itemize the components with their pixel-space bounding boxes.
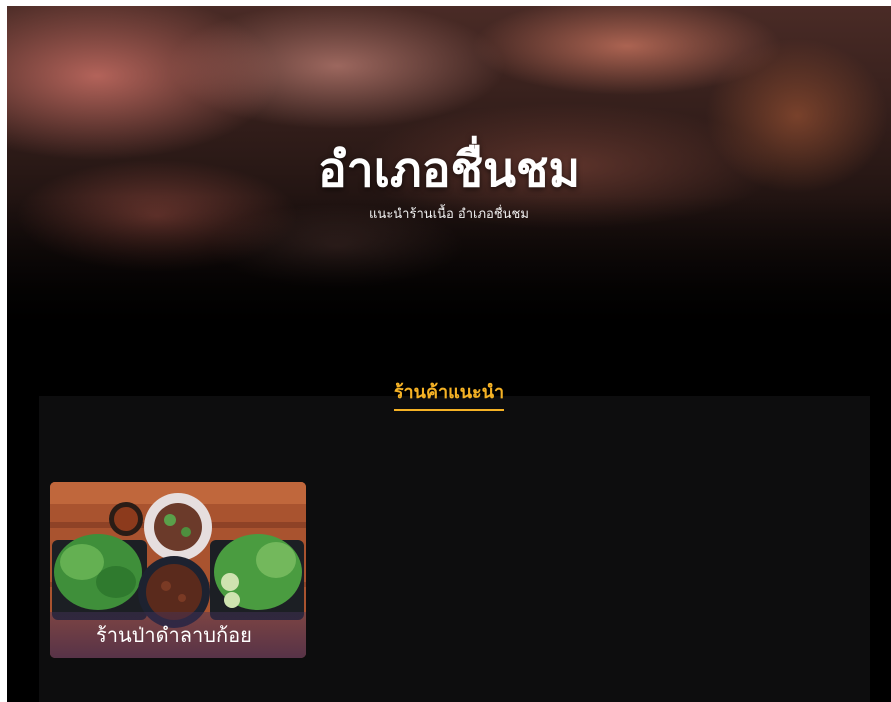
shop-name: ร้านป่าดำลาบก้อย: [50, 612, 306, 658]
page-subtitle: แนะนำร้านเนื้อ อำเภอชื่นชม: [369, 207, 529, 222]
page-title: อำเภอชื่นชม: [317, 142, 581, 198]
recommended-heading: ร้านค้าแนะนำ: [393, 381, 505, 411]
page: อำเภอชื่นชม แนะนำร้านเนื้อ อำเภอชื่นชม ร…: [7, 6, 891, 702]
shop-card[interactable]: ร้านป่าดำลาบก้อย: [50, 482, 306, 658]
recommended-heading-wrap: ร้านค้าแนะนำ: [7, 381, 891, 411]
